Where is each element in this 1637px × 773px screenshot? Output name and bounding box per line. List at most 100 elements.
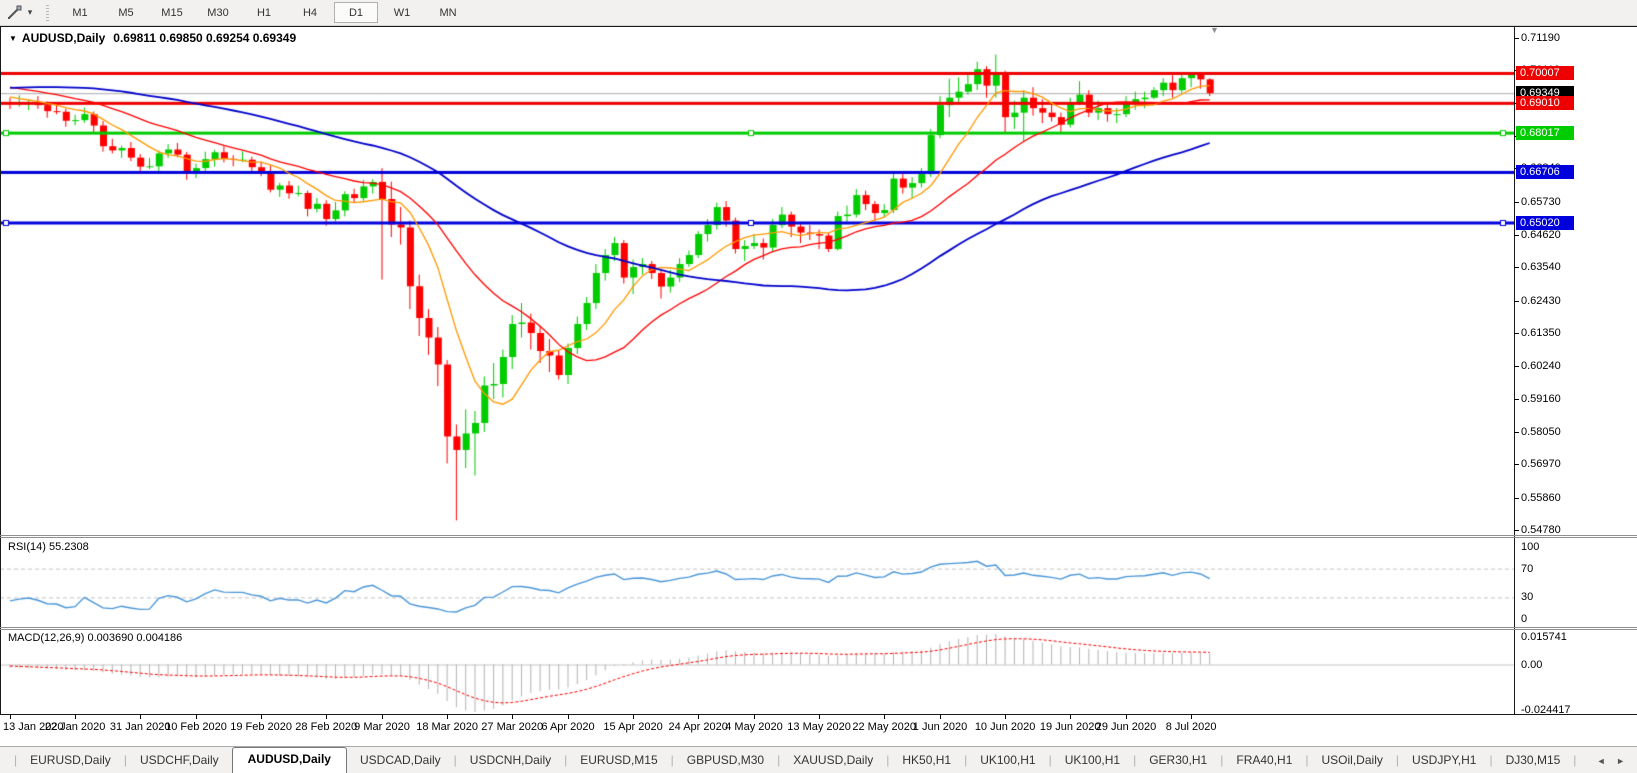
date-label: 4 May 2020 [725, 721, 782, 733]
tabs-scroll-right-icon[interactable]: ► [1616, 756, 1629, 766]
date-tick-mark [261, 715, 262, 719]
date-label: 22 May 2020 [852, 721, 916, 733]
timeframe-button-m15[interactable]: M15 [150, 2, 194, 23]
timeframe-button-h4[interactable]: H4 [288, 2, 332, 23]
price-tick-mark [1514, 530, 1519, 531]
price-axis-border [1514, 27, 1515, 715]
date-label: 10 Feb 2020 [165, 721, 227, 733]
chart-tab-hk50[interactable]: HK50,H1 [889, 749, 964, 773]
price-tick-mark [1514, 301, 1519, 302]
timeframe-buttons: M1M5M15M30H1H4D1W1MN [57, 2, 471, 23]
chart-tab-ger30[interactable]: GER30,H1 [1136, 749, 1220, 773]
date-label: 1 Jun 2020 [913, 721, 967, 733]
rsi-axis-label: 30 [1521, 591, 1533, 603]
date-tick-mark [633, 715, 634, 719]
chart-tab-usdchf[interactable]: USDCHF,Daily [127, 749, 232, 773]
chart-tab-dj30[interactable]: DJ30,M15 [1493, 749, 1574, 773]
chart-border-top [0, 26, 1637, 27]
chart-tab-uk100[interactable]: UK100,H1 [967, 749, 1048, 773]
price-tick-label: 0.60240 [1521, 360, 1561, 372]
rsi-axis-label: 0 [1521, 613, 1527, 625]
rsi-axis-label: 70 [1521, 563, 1533, 575]
tabs-scroll-left-icon[interactable]: ◄ [1597, 756, 1610, 766]
panel-separator[interactable] [0, 627, 1637, 628]
price-tick-label: 0.65730 [1521, 196, 1561, 208]
date-label: 31 Jan 2020 [110, 721, 171, 733]
price-tick-mark [1514, 498, 1519, 499]
date-tick-mark [754, 715, 755, 719]
date-tick-mark [819, 715, 820, 719]
date-tick-mark [512, 715, 513, 719]
date-tick-mark [75, 715, 76, 719]
panel-separator[interactable] [0, 537, 1637, 538]
toolbar-grip[interactable] [46, 5, 49, 21]
price-tick-label: 0.59160 [1521, 393, 1561, 405]
price-chart-canvas[interactable] [0, 26, 1514, 715]
chart-tabs: |EURUSD,Daily|USDCHF,DailyAUDUSD,DailyUS… [14, 747, 1576, 773]
date-label: 22 Jan 2020 [45, 721, 106, 733]
date-label: 27 Mar 2020 [481, 721, 543, 733]
chart-tab-uk100[interactable]: UK100,H1 [1052, 749, 1133, 773]
panel-separator[interactable] [0, 629, 1637, 630]
timeframe-button-mn[interactable]: MN [426, 2, 470, 23]
date-tick-mark [698, 715, 699, 719]
date-label: 18 Mar 2020 [416, 721, 478, 733]
timeframe-button-w1[interactable]: W1 [380, 2, 424, 23]
price-tick-mark [1514, 333, 1519, 334]
price-tick-label: 0.55860 [1521, 492, 1561, 504]
date-label: 13 May 2020 [787, 721, 851, 733]
chart-tab-usdcad[interactable]: USDCAD,Daily [347, 749, 454, 773]
chart-tab-audusd[interactable]: AUDUSD,Daily [232, 747, 347, 773]
chart-ohlc-values: 0.69811 0.69850 0.69254 0.69349 [113, 31, 296, 45]
date-tick-mark [10, 715, 11, 719]
date-tick-mark [884, 715, 885, 719]
date-tick-mark [140, 715, 141, 719]
price-tick-mark [1514, 432, 1519, 433]
panel-separator[interactable] [0, 535, 1637, 536]
timeframe-button-m30[interactable]: M30 [196, 2, 240, 23]
price-level-badge: 0.68017 [1516, 126, 1574, 140]
date-label: 6 Apr 2020 [541, 721, 594, 733]
chart-collapse-icon[interactable]: ▼ [9, 34, 17, 43]
chart-shift-marker-icon[interactable]: ▼ [1210, 25, 1219, 35]
price-tick-label: 0.54780 [1521, 524, 1561, 536]
chart-tab-eurusd[interactable]: EURUSD,Daily [17, 749, 124, 773]
price-level-badge: 0.66706 [1516, 165, 1574, 179]
date-label: 24 Apr 2020 [669, 721, 728, 733]
price-tick-label: 0.62430 [1521, 295, 1561, 307]
macd-axis-label: 0.00 [1521, 659, 1542, 671]
date-label: 19 Jun 2020 [1040, 721, 1101, 733]
date-tick-mark [1191, 715, 1192, 719]
timeframe-button-h1[interactable]: H1 [242, 2, 286, 23]
line-studies-icon[interactable] [4, 4, 24, 22]
price-tick-mark [1514, 399, 1519, 400]
price-tick-label: 0.58050 [1521, 426, 1561, 438]
timeframe-button-m1[interactable]: M1 [58, 2, 102, 23]
chart-tab-gbpusd[interactable]: GBPUSD,M30 [674, 749, 777, 773]
chart-tab-usdcnh[interactable]: USDCNH,Daily [457, 749, 564, 773]
date-label: 29 Jun 2020 [1096, 721, 1157, 733]
price-tick-mark [1514, 464, 1519, 465]
chart-tab-xauusd[interactable]: XAUUSD,Daily [780, 749, 886, 773]
price-tick-label: 0.71190 [1521, 32, 1560, 44]
toolbar-dropdown-caret-icon[interactable]: ▾ [24, 7, 36, 18]
tab-divider: | [1573, 753, 1576, 773]
chart-tab-usoil[interactable]: USOil,Daily [1309, 749, 1396, 773]
date-tick-mark [447, 715, 448, 719]
pencil-cursor-glyph [7, 5, 22, 20]
date-label: 9 Mar 2020 [354, 721, 410, 733]
chart-header: ▼AUDUSD,Daily0.69811 0.69850 0.69254 0.6… [9, 31, 296, 45]
time-axis: 13 Jan 202022 Jan 202031 Jan 202010 Feb … [0, 715, 1637, 746]
chart-tab-fra40[interactable]: FRA40,H1 [1223, 749, 1305, 773]
date-tick-mark [196, 715, 197, 719]
chart-tab-eurusd[interactable]: EURUSD,M15 [567, 749, 670, 773]
chart-tab-usdjpy[interactable]: USDJPY,H1 [1399, 749, 1489, 773]
price-tick-mark [1514, 366, 1519, 367]
price-tick-mark [1514, 235, 1519, 236]
date-label: 10 Jun 2020 [975, 721, 1036, 733]
date-tick-mark [1070, 715, 1071, 719]
timeframe-button-m5[interactable]: M5 [104, 2, 148, 23]
price-level-badge: 0.65020 [1516, 216, 1574, 230]
timeframe-button-d1[interactable]: D1 [334, 2, 378, 23]
date-tick-mark [940, 715, 941, 719]
